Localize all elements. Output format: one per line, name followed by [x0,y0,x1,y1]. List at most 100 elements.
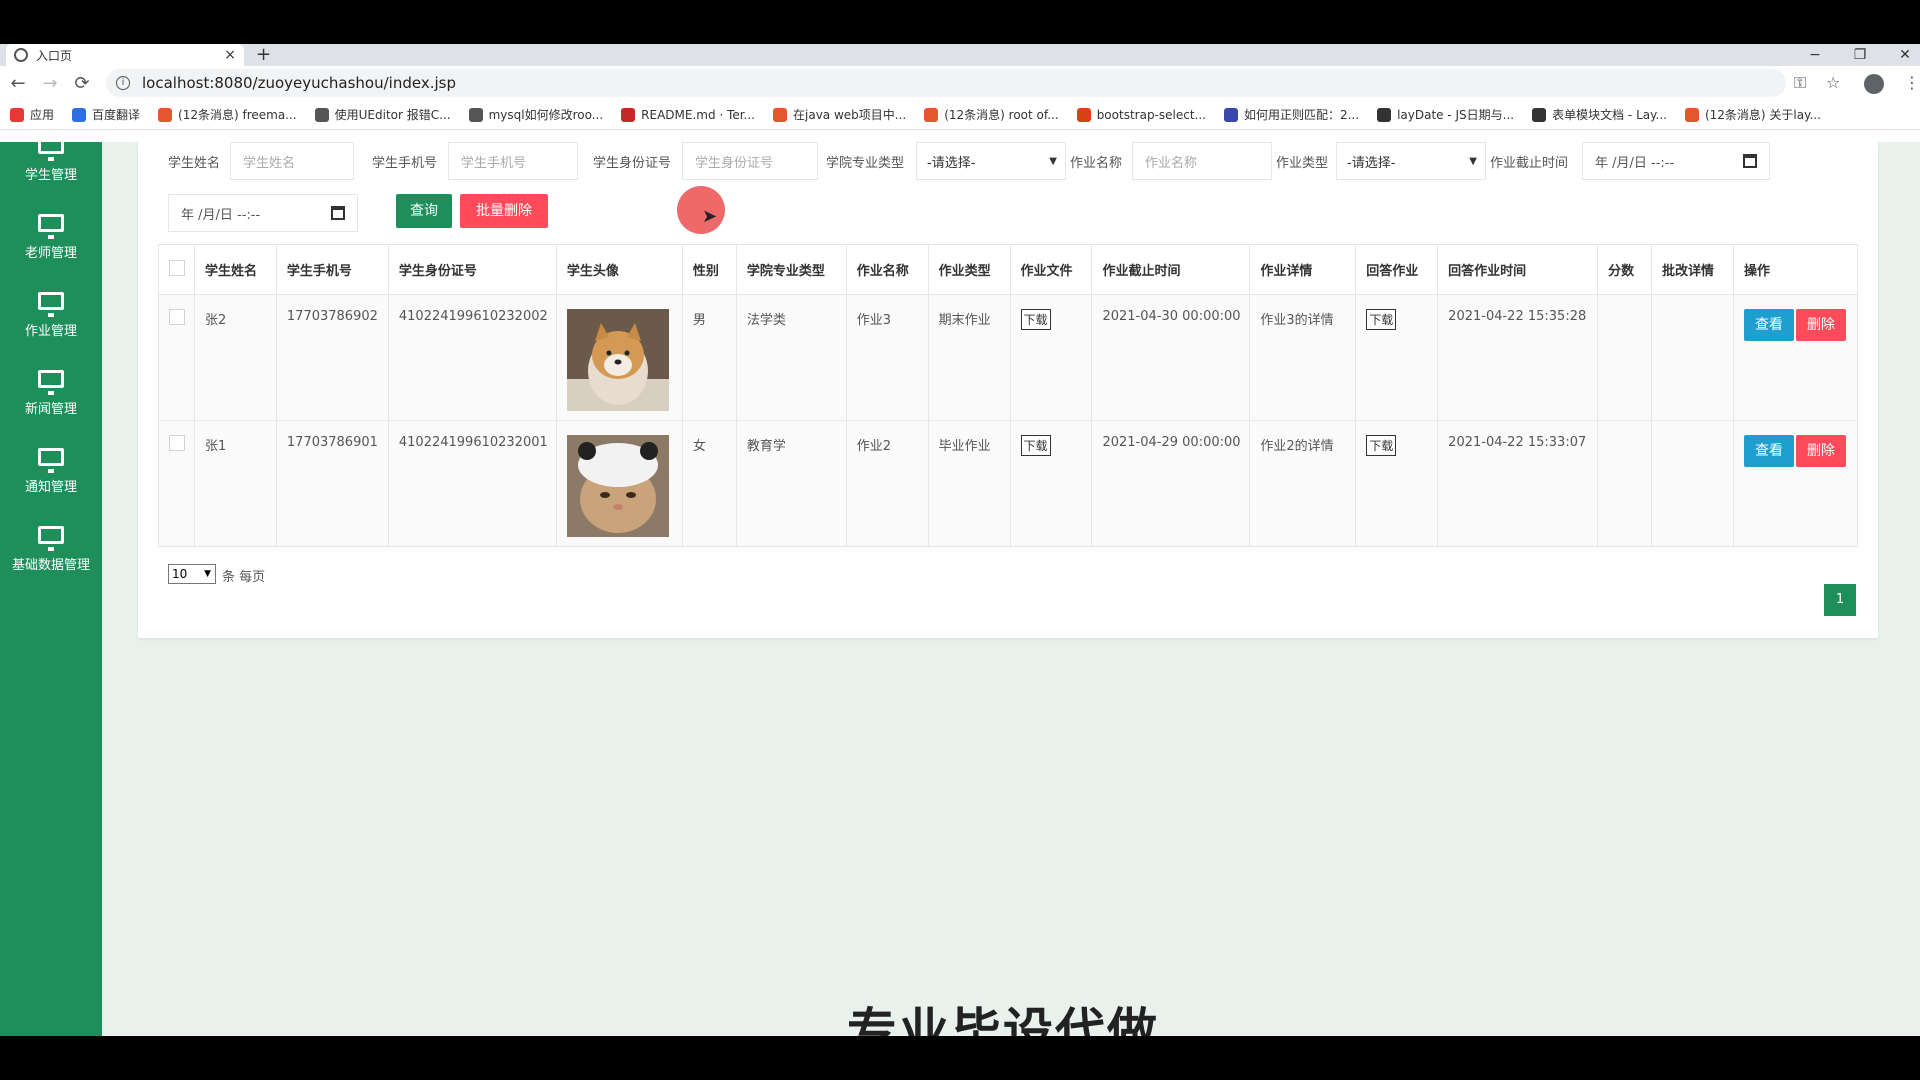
homework-table: 学生姓名 学生手机号 学生身份证号 学生头像 性别 学院专业类型 作业名称 作业… [158,244,1859,547]
key-icon[interactable]: ⚿ [1794,66,1806,100]
column-header: 作业截止时间 [1091,244,1251,295]
back-icon[interactable]: ← [4,73,32,94]
sidebar-item-news[interactable]: 新闻管理 [0,370,102,440]
calendar-icon[interactable] [1743,154,1757,168]
sidebar-item-label: 学生管理 [24,168,77,183]
page-1-button[interactable]: 1 [1824,584,1856,616]
column-header: 学生身份证号 [387,244,557,295]
cell-deadline: 2021-04-30 00:00:00 [1091,294,1251,421]
sidebar-item-base-data[interactable]: 基础数据管理 [0,526,102,596]
select-all-cell [158,244,195,295]
sidebar-item-label: 老师管理 [24,246,77,261]
major-type-value: -请选择- [927,155,976,171]
bookmark-label: README.md · Ter... [641,107,755,122]
tab-bar: 入口页 × + − ❐ ✕ [0,44,1920,66]
bookmark-item[interactable]: 在java web项目中... [773,106,906,123]
column-header: 分数 [1597,244,1653,295]
bookmark-item[interactable]: (12条消息) 关于lay... [1684,106,1821,123]
delete-button[interactable]: 删除 [1795,309,1846,341]
cell-answer: 下载 [1355,294,1439,421]
select-all-checkbox[interactable] [169,259,185,276]
bookmark-item[interactable]: README.md · Ter... [621,107,755,122]
cell-review [1651,294,1734,421]
minimize-button[interactable]: − [1795,44,1835,66]
table-row: 张1 17703786901 410224199610232001 女 教育学 … [158,420,1859,547]
bookmark-label: (12条消息) root of... [944,108,1059,122]
column-header: 学生头像 [555,244,683,295]
bookmark-label: 应用 [30,108,55,122]
student-name-input[interactable]: 学生姓名 [230,142,354,180]
menu-icon[interactable]: ⋮ [1904,66,1920,100]
bookmark-star-icon[interactable]: ☆ [1826,66,1840,100]
query-button[interactable]: 查询 [396,194,452,228]
batch-delete-button[interactable]: 批量删除 [460,194,548,228]
column-header: 批改详情 [1651,244,1734,295]
hw-name-input[interactable]: 作业名称 [1132,142,1272,180]
deadline-end-input[interactable]: 年 /月/日 --:-- [168,194,358,232]
cell-major: 法学类 [735,294,847,421]
cell-actions: 查看 删除 [1732,420,1859,547]
major-type-select[interactable]: -请选择- ▼ [916,142,1066,180]
bookmark-item[interactable]: 表单模块文档 - Lay... [1532,106,1667,123]
cell-idcard: 410224199610232001 [387,420,557,547]
filter-label-major-type: 学院专业类型 [826,156,905,171]
delete-button[interactable]: 删除 [1795,435,1846,467]
bookmark-item[interactable]: (12条消息) root of... [924,106,1059,123]
download-file-button[interactable]: 下载 [1020,309,1051,330]
sidebar-item-student[interactable]: 学生管理 [0,136,102,206]
address-bar[interactable]: i localhost:8080/zuoyeyuchashou/index.js… [106,69,1786,97]
student-phone-input[interactable]: 学生手机号 [448,142,578,180]
calendar-icon[interactable] [331,206,345,220]
new-tab-button[interactable]: + [256,44,271,66]
student-id-input[interactable]: 学生身份证号 [682,142,818,180]
monitor-icon [38,136,64,161]
cell-review [1651,420,1734,547]
restore-button[interactable]: ❐ [1840,44,1880,66]
bookmark-item[interactable]: 使用UEditor 报错C... [314,106,451,123]
deadline-input[interactable]: 年 /月/日 --:-- [1582,142,1770,180]
row-checkbox[interactable] [169,309,185,325]
forward-icon[interactable]: → [36,73,64,94]
filter-label-hw-name: 作业名称 [1070,156,1123,171]
cell-detail: 作业2的详情 [1249,420,1357,547]
cell-score [1597,294,1653,421]
cell-hw-type: 期末作业 [927,294,1011,421]
bookmark-item[interactable]: 如何用正则匹配：2... [1223,106,1359,123]
table-row: 张2 17703786902 410224199610232002 男 法学类 … [158,294,1859,421]
click-highlight [677,186,725,234]
bookmark-item[interactable]: 应用 [10,106,54,123]
bookmark-item[interactable]: 百度翻译 [72,106,140,123]
page-size-select[interactable]: 10 ▼ [168,564,216,584]
bookmarks-bar: 应用 百度翻译 (12条消息) freema... 使用UEditor 报错C... m… [0,100,1920,130]
sidebar-item-homework[interactable]: 作业管理 [0,292,102,362]
info-icon[interactable]: i [116,76,130,90]
bookmark-item[interactable]: bootstrap-select... [1076,107,1206,122]
download-answer-button[interactable]: 下载 [1366,435,1397,456]
tab-close-icon[interactable]: × [224,47,236,63]
cell-answer-time: 2021-04-22 15:33:07 [1437,420,1599,547]
bookmark-item[interactable]: (12条消息) freema... [158,106,297,123]
cell-name: 张1 [193,420,277,547]
view-button[interactable]: 查看 [1743,309,1794,341]
reload-icon[interactable]: ⟳ [68,73,96,94]
profile-avatar-icon[interactable] [1864,74,1884,94]
bookmark-item[interactable]: mysql如何修改roo... [468,106,603,123]
cell-hw-type: 毕业作业 [927,420,1011,547]
page-size-label: 条 每页 [222,570,266,585]
row-checkbox[interactable] [169,435,185,451]
column-header: 作业文件 [1009,244,1093,295]
monitor-icon [38,214,64,239]
bookmark-item[interactable]: layDate - JS日期与... [1377,106,1514,123]
download-file-button[interactable]: 下载 [1020,435,1051,456]
sidebar-item-teacher[interactable]: 老师管理 [0,214,102,284]
cell-gender: 女 [681,420,737,547]
browser-tab[interactable]: 入口页 × [6,44,244,66]
browser-chrome: 入口页 × + − ❐ ✕ ← → ⟳ i localhost:8080/zuo… [0,44,1920,142]
bookmark-label: (12条消息) 关于lay... [1704,108,1821,122]
window-close-button[interactable]: ✕ [1885,44,1920,66]
view-button[interactable]: 查看 [1743,435,1794,467]
sidebar-item-notice[interactable]: 通知管理 [0,448,102,518]
hw-type-select[interactable]: -请选择- ▼ [1336,142,1486,180]
download-answer-button[interactable]: 下载 [1366,309,1397,330]
bookmark-favicon-icon [1223,107,1238,122]
